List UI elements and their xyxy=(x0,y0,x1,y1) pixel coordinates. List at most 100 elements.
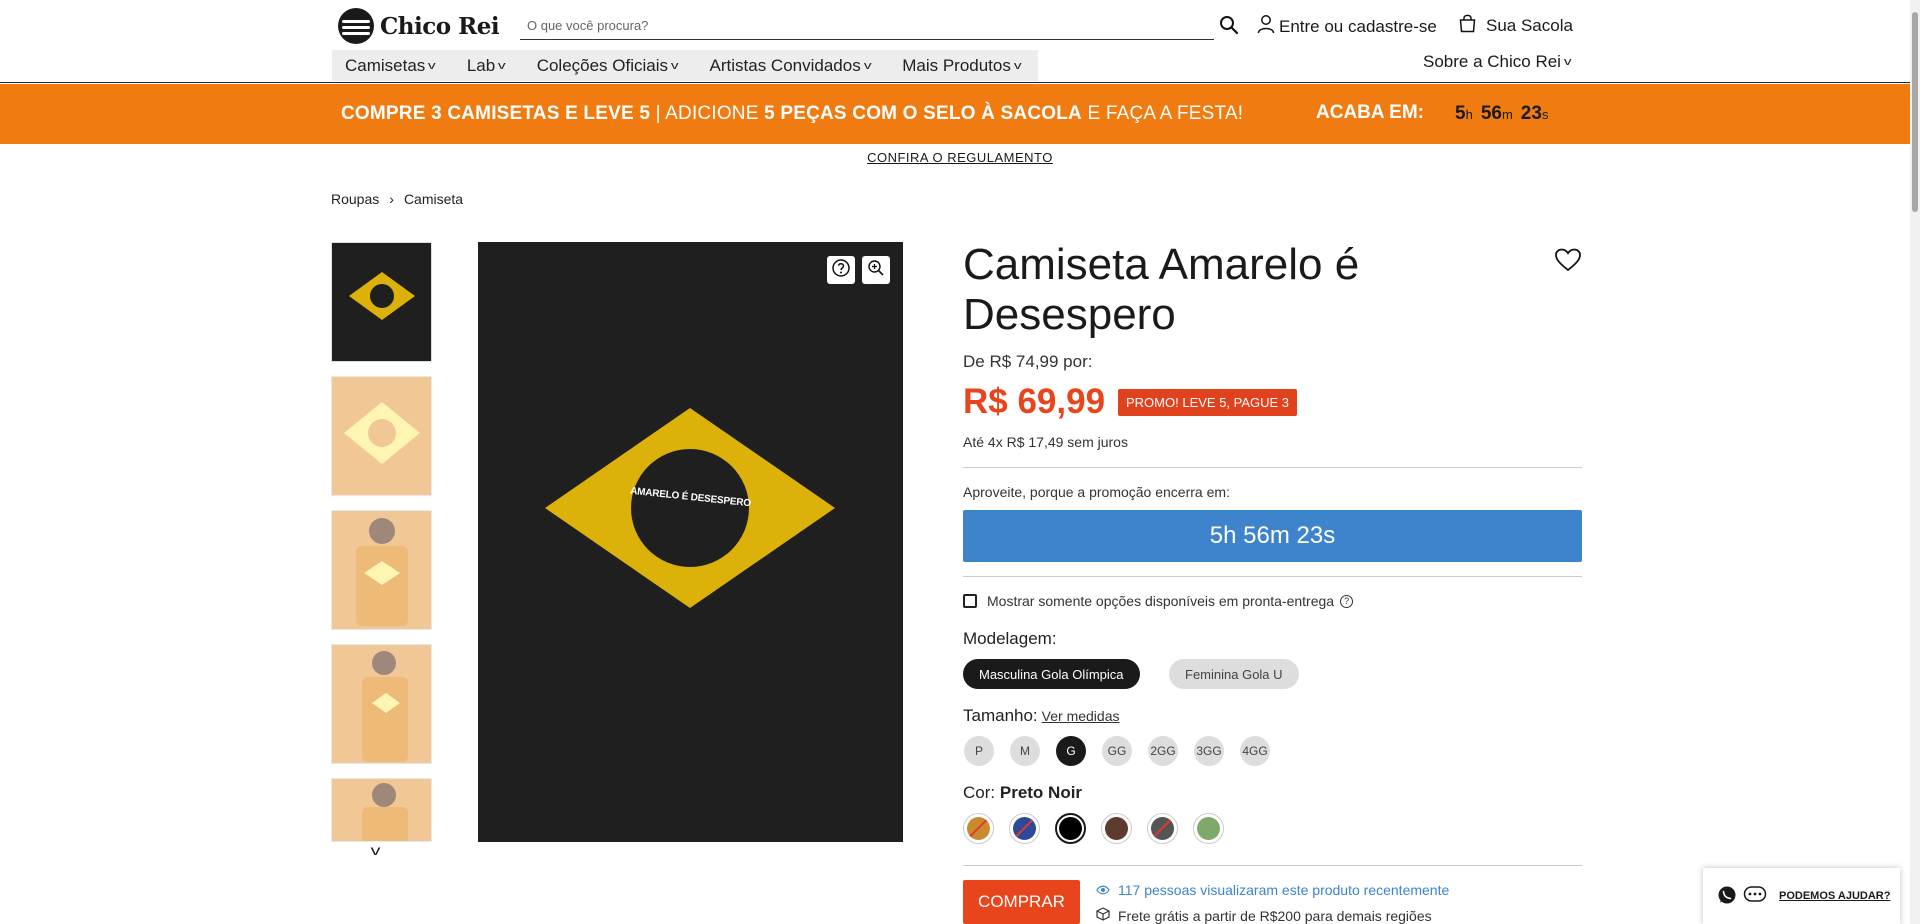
viewers-info: 117 pessoas visualizaram este produto re… xyxy=(1096,882,1449,898)
promo-countdown: 5h 56m 23s xyxy=(963,510,1582,562)
ready-delivery-label: Mostrar somente opções disponíveis em pr… xyxy=(987,593,1335,609)
breadcrumb-separator: › xyxy=(389,191,394,207)
size-option-m[interactable]: M xyxy=(1010,736,1040,766)
breadcrumb-item-roupas[interactable]: Roupas xyxy=(331,191,379,207)
nav-item-lab[interactable]: Lab v xyxy=(466,55,506,76)
promo-ending-text: Aproveite, porque a promoção encerra em: xyxy=(963,484,1230,500)
size-option-gg[interactable]: GG xyxy=(1102,736,1132,766)
chevron-down-icon: v xyxy=(863,59,872,72)
box-icon xyxy=(1096,907,1110,924)
size-option-p[interactable]: P xyxy=(964,736,994,766)
promo-text-part: ADICIONE xyxy=(665,103,765,124)
fit-label: Modelagem: xyxy=(963,629,1057,648)
login-link[interactable]: Entre ou cadastre-se xyxy=(1257,14,1437,39)
nav-item-artistas[interactable]: Artistas Convidados v xyxy=(709,55,872,76)
timer-minutes: 56 xyxy=(1480,103,1502,124)
thumbnails-chevron-down-icon[interactable]: v xyxy=(371,842,381,858)
size-guide-button[interactable] xyxy=(827,256,855,284)
color-option-brown[interactable] xyxy=(1101,813,1132,844)
color-option-gray[interactable] xyxy=(1147,813,1178,844)
divider xyxy=(963,576,1582,577)
measures-link[interactable]: Ver medidas xyxy=(1042,708,1120,724)
search-input[interactable] xyxy=(520,12,1180,38)
thumbnail-flag[interactable] xyxy=(331,242,432,362)
help-circle-icon xyxy=(831,258,851,283)
nav-item-sobre[interactable]: Sobre a Chico Rei v xyxy=(1423,52,1572,72)
installments-text: Até 4x R$ 17,49 sem juros xyxy=(963,434,1128,450)
color-swatch xyxy=(1105,817,1128,840)
timer-unit: m xyxy=(1501,107,1513,122)
nav-label: Lab xyxy=(466,55,496,75)
zoom-button[interactable] xyxy=(862,256,890,284)
search-bar xyxy=(520,12,1214,40)
bag-link[interactable]: Sua Sacola xyxy=(1459,13,1573,38)
color-option-mustard[interactable] xyxy=(963,813,994,844)
size-option-2gg[interactable]: 2GG xyxy=(1148,736,1178,766)
nav-label: Mais Produtos xyxy=(902,55,1011,75)
color-option-black[interactable] xyxy=(1055,813,1086,844)
color-swatch xyxy=(1059,817,1082,840)
promo-separator: | xyxy=(650,103,666,124)
heart-icon[interactable] xyxy=(1554,248,1582,277)
thumbnail-orange-shirt[interactable] xyxy=(331,376,432,496)
nav-label: Camisetas xyxy=(345,55,426,75)
old-price: De R$ 74,99 por: xyxy=(963,352,1093,371)
thumbnail-model-front[interactable] xyxy=(331,510,432,630)
logo[interactable]: Chico Rei xyxy=(338,8,500,44)
product-main-image[interactable]: AMARELO É DESESPERO xyxy=(478,242,903,842)
ready-delivery-filter[interactable]: Mostrar somente opções disponíveis em pr… xyxy=(963,593,1354,609)
nav-label: Artistas Convidados xyxy=(709,55,861,75)
chevron-down-icon: v xyxy=(498,59,506,72)
whatsapp-icon xyxy=(1717,885,1737,908)
thumbnail-model-side[interactable] xyxy=(331,644,432,764)
user-icon xyxy=(1257,14,1275,39)
buy-button[interactable]: COMPRAR xyxy=(963,880,1080,924)
divider xyxy=(963,467,1582,468)
fit-option-feminina[interactable]: Feminina Gola U xyxy=(1169,659,1299,689)
logo-icon xyxy=(338,8,374,44)
chevron-down-icon: v xyxy=(1563,56,1572,68)
nav-item-colecoes[interactable]: Coleções Oficiais v xyxy=(536,55,679,76)
timer-unit: s xyxy=(1541,107,1549,122)
color-option-green[interactable] xyxy=(1193,813,1224,844)
viewers-text: 117 pessoas visualizaram este produto re… xyxy=(1118,882,1450,898)
promo-highlight: COMPRE 3 CAMISETAS E LEVE 5 xyxy=(341,103,651,124)
info-icon[interactable]: ? xyxy=(1340,594,1354,608)
color-swatch xyxy=(1151,817,1174,840)
nav-item-camisetas[interactable]: Camisetas v xyxy=(345,55,436,76)
color-option-navy[interactable] xyxy=(1009,813,1040,844)
breadcrumb-item-camiseta[interactable]: Camiseta xyxy=(404,191,463,207)
promo-timer: 5h 56m 23s xyxy=(1455,103,1556,125)
help-widget[interactable]: PODEMOS AJUDAR? xyxy=(1703,868,1900,924)
promo-text: COMPRE 3 CAMISETAS E LEVE 5 | ADICIONE 5… xyxy=(341,103,1243,125)
promo-banner[interactable]: COMPRE 3 CAMISETAS E LEVE 5 | ADICIONE 5… xyxy=(0,84,1920,144)
promo-highlight: 5 PEÇAS COM O SELO À SACOLA xyxy=(764,103,1082,124)
page-scrollbar-thumb[interactable] xyxy=(1912,12,1918,212)
size-option-3gg[interactable]: 3GG xyxy=(1194,736,1224,766)
nav-item-mais-produtos[interactable]: Mais Produtos v xyxy=(902,55,1022,76)
timer-unit: h xyxy=(1465,107,1473,122)
unavailable-slash xyxy=(967,817,990,840)
chevron-down-icon: v xyxy=(1013,59,1022,72)
shipping-text: Frete grátis a partir de R$200 para dema… xyxy=(1118,907,1432,924)
size-option-g[interactable]: G xyxy=(1056,736,1086,766)
ready-delivery-checkbox[interactable] xyxy=(963,594,977,608)
selected-color-name: Preto Noir xyxy=(999,783,1083,802)
size-option-4gg[interactable]: 4GG xyxy=(1240,736,1270,766)
chevron-down-icon: v xyxy=(428,59,436,72)
site-header: Chico Rei Entre ou cadastre-se Sua Sacol… xyxy=(0,0,1920,83)
rules-link[interactable]: CONFIRA O REGULAMENTO xyxy=(0,150,1920,165)
rules-link-label: CONFIRA O REGULAMENTO xyxy=(867,150,1053,165)
help-label: PODEMOS AJUDAR? xyxy=(1779,890,1891,902)
shipping-info: Frete grátis a partir de R$200 para dema… xyxy=(1096,907,1432,924)
promo-text-part: E FAÇA A FESTA! xyxy=(1081,103,1244,124)
eye-icon xyxy=(1096,882,1110,898)
nav-label: Coleções Oficiais xyxy=(536,55,669,75)
color-swatch xyxy=(967,817,990,840)
fit-option-masculina[interactable]: Masculina Gola Olímpica xyxy=(963,659,1140,689)
color-swatch xyxy=(1197,817,1220,840)
chevron-down-icon: v xyxy=(670,59,679,72)
thumbnail-model-back[interactable] xyxy=(331,778,432,842)
login-label: Entre ou cadastre-se xyxy=(1279,16,1437,36)
search-icon[interactable] xyxy=(1219,15,1239,40)
